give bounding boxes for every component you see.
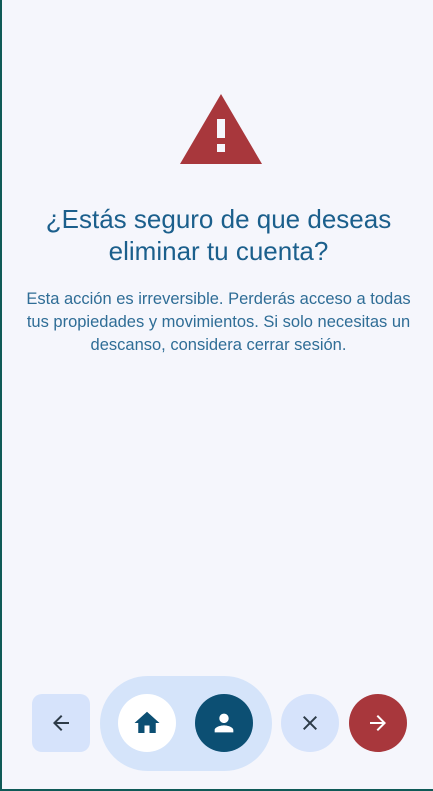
delete-account-screen: ¿Estás seguro de que deseas eliminar tu … [0,0,433,791]
dialog-title: ¿Estás seguro de que deseas eliminar tu … [45,204,392,266]
profile-button[interactable] [195,694,253,752]
back-button[interactable] [32,694,90,752]
home-icon [134,711,160,733]
warning-icon [180,94,262,164]
arrow-right-icon [370,715,386,731]
arrow-left-icon [53,715,69,731]
dialog-description: Esta acción es irreversible. Perderás ac… [26,290,411,354]
person-icon [214,713,234,733]
close-button[interactable] [281,694,339,752]
home-button[interactable] [118,694,176,752]
close-icon [303,716,317,730]
confirm-next-button[interactable] [349,694,407,752]
